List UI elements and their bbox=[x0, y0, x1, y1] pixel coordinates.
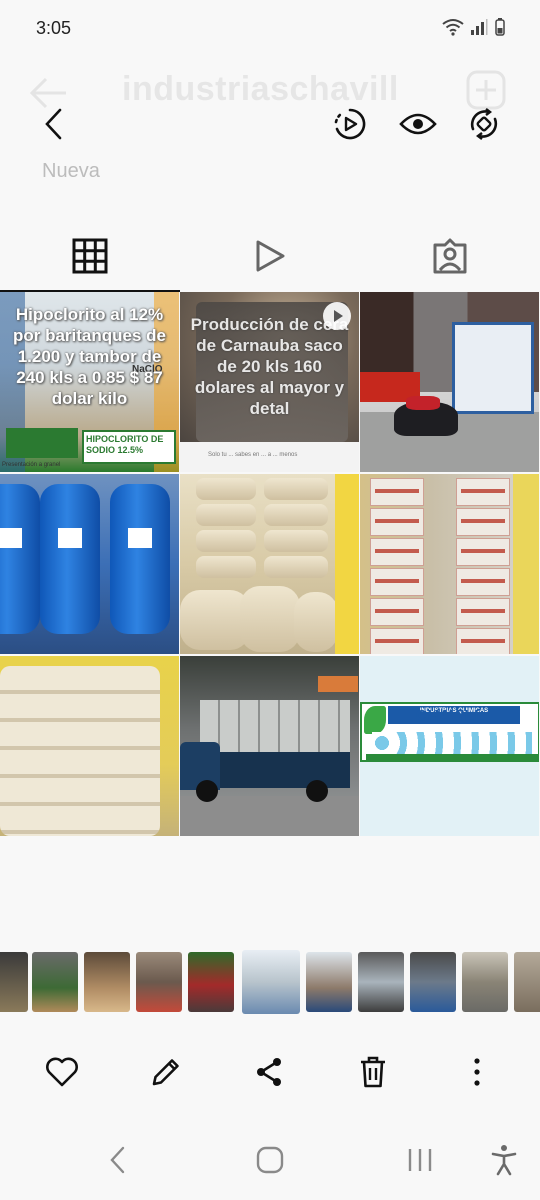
post-grid: NaClO HIPOCLORITO DE SODIO 12.5% Hipoclo… bbox=[0, 292, 540, 836]
nav-home-button[interactable] bbox=[248, 1138, 292, 1182]
heart-icon bbox=[46, 1057, 78, 1087]
more-options-button[interactable] bbox=[455, 1050, 499, 1094]
post-sack-pile[interactable] bbox=[0, 656, 179, 836]
tagged-person-icon bbox=[433, 238, 467, 274]
post-blue-barrels[interactable] bbox=[0, 474, 179, 654]
tab-tagged[interactable] bbox=[360, 228, 540, 284]
nav-home-icon bbox=[256, 1146, 284, 1174]
status-time: 3:05 bbox=[36, 18, 72, 38]
more-vertical-icon bbox=[474, 1058, 480, 1086]
status-bar: 3:05 bbox=[0, 0, 540, 56]
filmstrip-thumb[interactable] bbox=[358, 952, 404, 1012]
battery-icon bbox=[495, 18, 505, 36]
wifi-icon bbox=[442, 19, 464, 36]
filmstrip-thumb[interactable] bbox=[84, 952, 130, 1012]
eye-icon bbox=[399, 113, 437, 135]
filmstrip-thumb[interactable] bbox=[410, 952, 456, 1012]
view-button[interactable] bbox=[396, 102, 440, 146]
share-button[interactable] bbox=[247, 1050, 291, 1094]
trash-icon bbox=[361, 1056, 385, 1088]
filmstrip-thumb[interactable] bbox=[188, 952, 234, 1012]
post-hipoclorito-caption: Hipoclorito al 12% por baritanques de 1.… bbox=[12, 305, 167, 408]
nav-recents-icon bbox=[408, 1149, 432, 1171]
post-delivery-truck[interactable] bbox=[180, 656, 359, 836]
post-chavill-banner[interactable]: INDUSTRIAS QUIMICAS CHAVILL bbox=[360, 656, 539, 836]
profile-tabs bbox=[0, 228, 540, 284]
grid-icon bbox=[72, 238, 108, 274]
post-hipoclorito-ribbon: HIPOCLORITO DE SODIO 12.5% bbox=[86, 434, 164, 455]
accessibility-icon bbox=[491, 1145, 517, 1176]
signal-icon bbox=[471, 19, 488, 35]
back-arrow-icon bbox=[45, 108, 62, 140]
play-icon bbox=[256, 240, 285, 272]
post-carnauba-subcaption: Solo tu ... sabes en ... a ... menos bbox=[208, 452, 298, 458]
filmstrip-thumb[interactable] bbox=[306, 952, 352, 1012]
system-nav-bar bbox=[0, 1136, 540, 1186]
motion-photo-icon bbox=[334, 108, 366, 140]
filmstrip-thumb[interactable] bbox=[136, 952, 182, 1012]
motion-photo-button[interactable] bbox=[328, 102, 372, 146]
tab-reels[interactable] bbox=[180, 228, 360, 284]
status-icons bbox=[442, 18, 506, 36]
bottom-action-bar bbox=[0, 1048, 540, 1098]
post-stacked-sacks[interactable] bbox=[180, 474, 359, 654]
back-button[interactable] bbox=[32, 102, 76, 146]
filmstrip-thumb[interactable] bbox=[514, 952, 540, 1012]
ghost-nueva-label: Nueva bbox=[42, 160, 100, 182]
filmstrip-thumb[interactable] bbox=[462, 952, 508, 1012]
post-boxes-stack[interactable] bbox=[360, 474, 539, 654]
post-carnauba-reel[interactable]: Solo tu ... sabes en ... a ... menos Pro… bbox=[180, 292, 359, 472]
reel-indicator-icon bbox=[323, 302, 351, 330]
nav-recents-button[interactable] bbox=[398, 1138, 442, 1182]
favorite-button[interactable] bbox=[40, 1050, 84, 1094]
pencil-icon bbox=[152, 1059, 179, 1086]
post-storefront-motorcycle[interactable] bbox=[360, 292, 539, 472]
remaster-button[interactable] bbox=[462, 102, 506, 146]
share-icon bbox=[257, 1058, 281, 1086]
nav-back-icon bbox=[110, 1146, 125, 1174]
post-hipoclorito-footer: Presentación a granel bbox=[2, 462, 61, 468]
delete-button[interactable] bbox=[351, 1050, 395, 1094]
filmstrip-thumb-selected[interactable] bbox=[242, 950, 300, 1014]
chavill-banner-brand: CHAVILL bbox=[415, 708, 485, 725]
edit-button[interactable] bbox=[144, 1050, 188, 1094]
accessibility-button[interactable] bbox=[482, 1138, 526, 1182]
nav-back-button[interactable] bbox=[96, 1138, 140, 1182]
remaster-icon bbox=[470, 108, 498, 140]
filmstrip-thumb[interactable] bbox=[0, 952, 28, 1012]
viewer-top-bar bbox=[0, 100, 540, 150]
filmstrip[interactable] bbox=[0, 950, 540, 1014]
post-hipoclorito[interactable]: NaClO HIPOCLORITO DE SODIO 12.5% Hipoclo… bbox=[0, 292, 179, 472]
filmstrip-thumb[interactable] bbox=[32, 952, 78, 1012]
tab-grid[interactable] bbox=[0, 228, 180, 284]
